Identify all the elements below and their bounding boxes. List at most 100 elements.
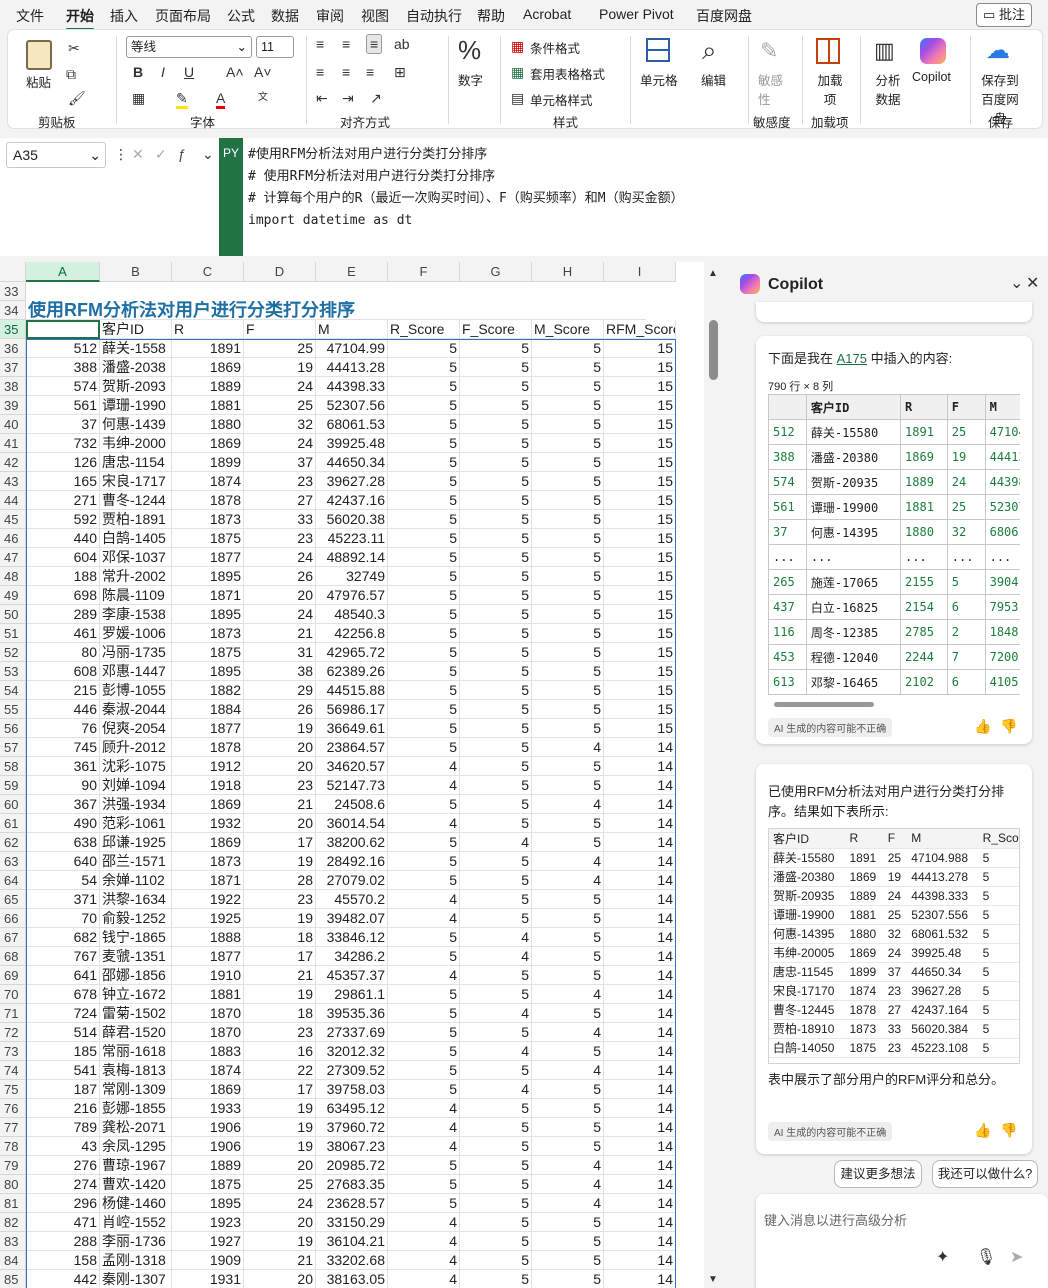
- header-cell[interactable]: M: [316, 320, 388, 339]
- sensitivity-button[interactable]: 敏感性: [758, 70, 786, 108]
- data-cell[interactable]: 14: [604, 1023, 676, 1042]
- data-cell[interactable]: 56986.17: [316, 700, 388, 719]
- data-cell[interactable]: 361: [26, 757, 100, 776]
- row-header[interactable]: 72: [0, 1023, 26, 1042]
- edit-button[interactable]: 编辑: [701, 70, 726, 89]
- analyze-data-button[interactable]: 分析数据: [874, 70, 902, 108]
- data-cell[interactable]: 5: [532, 472, 604, 491]
- data-cell[interactable]: 贾柏-1891: [100, 510, 172, 529]
- data-cell[interactable]: 5: [532, 966, 604, 985]
- merge-icon[interactable]: ⊞: [394, 64, 406, 80]
- data-cell[interactable]: 5: [532, 491, 604, 510]
- row-header[interactable]: 60: [0, 795, 26, 814]
- data-cell[interactable]: 14: [604, 1099, 676, 1118]
- data-cell[interactable]: 724: [26, 1004, 100, 1023]
- data-cell[interactable]: 1931: [172, 1270, 244, 1288]
- row-header[interactable]: 36: [0, 339, 26, 358]
- data-cell[interactable]: 秦淑-2044: [100, 700, 172, 719]
- data-cell[interactable]: 顾升-2012: [100, 738, 172, 757]
- phonetic-icon[interactable]: 文: [258, 90, 268, 106]
- data-cell[interactable]: 541: [26, 1061, 100, 1080]
- row-header[interactable]: 50: [0, 605, 26, 624]
- data-cell[interactable]: 5: [460, 643, 532, 662]
- paste-icon[interactable]: [26, 40, 52, 70]
- data-cell[interactable]: 4: [460, 1080, 532, 1099]
- thumbs-up-icon[interactable]: 👍: [974, 1122, 991, 1138]
- data-cell[interactable]: 512: [26, 339, 100, 358]
- data-cell[interactable]: 5: [532, 1118, 604, 1137]
- data-cell[interactable]: 5: [532, 415, 604, 434]
- data-cell[interactable]: 32749: [316, 567, 388, 586]
- data-cell[interactable]: 19: [244, 1099, 316, 1118]
- data-cell[interactable]: 14: [604, 833, 676, 852]
- data-cell[interactable]: 钟立-1672: [100, 985, 172, 1004]
- data-cell[interactable]: 604: [26, 548, 100, 567]
- data-cell[interactable]: 446: [26, 700, 100, 719]
- format-painter-icon[interactable]: 🖌: [68, 90, 86, 106]
- data-cell[interactable]: 45570.2: [316, 890, 388, 909]
- data-cell[interactable]: 5: [460, 1099, 532, 1118]
- data-cell[interactable]: 5: [460, 1251, 532, 1270]
- data-cell[interactable]: 20: [244, 1270, 316, 1288]
- data-cell[interactable]: 沈彩-1075: [100, 757, 172, 776]
- data-cell[interactable]: 15: [604, 377, 676, 396]
- data-cell[interactable]: 745: [26, 738, 100, 757]
- data-cell[interactable]: 钱宁-1865: [100, 928, 172, 947]
- data-cell[interactable]: 1906: [172, 1137, 244, 1156]
- data-cell[interactable]: 39758.03: [316, 1080, 388, 1099]
- conditional-format-icon[interactable]: ▦: [511, 38, 524, 54]
- data-cell[interactable]: 5: [532, 1042, 604, 1061]
- data-cell[interactable]: 14: [604, 795, 676, 814]
- data-cell[interactable]: 32: [244, 415, 316, 434]
- data-cell[interactable]: 常刚-1309: [100, 1080, 172, 1099]
- data-cell[interactable]: 1874: [172, 472, 244, 491]
- data-cell[interactable]: 5: [388, 700, 460, 719]
- column-header-g[interactable]: G: [460, 262, 532, 282]
- data-cell[interactable]: 5: [532, 377, 604, 396]
- data-cell[interactable]: 余凤-1295: [100, 1137, 172, 1156]
- data-cell[interactable]: 5: [388, 377, 460, 396]
- align-center-icon[interactable]: ≡: [342, 64, 350, 80]
- data-cell[interactable]: 1895: [172, 1194, 244, 1213]
- data-cell[interactable]: 43: [26, 1137, 100, 1156]
- data-cell[interactable]: 洪黎-1634: [100, 890, 172, 909]
- data-cell[interactable]: 44398.33: [316, 377, 388, 396]
- data-cell[interactable]: 5: [532, 833, 604, 852]
- data-cell[interactable]: 52147.73: [316, 776, 388, 795]
- row-header[interactable]: 46: [0, 529, 26, 548]
- data-cell[interactable]: 15: [604, 453, 676, 472]
- data-cell[interactable]: 5: [388, 871, 460, 890]
- fill-color-icon[interactable]: ✎: [176, 90, 188, 109]
- microphone-icon[interactable]: 🎙: [976, 1250, 996, 1266]
- data-cell[interactable]: 27309.52: [316, 1061, 388, 1080]
- underline-icon[interactable]: U: [184, 64, 194, 80]
- data-cell[interactable]: 15: [604, 472, 676, 491]
- insert-function-icon[interactable]: ƒ: [178, 146, 186, 162]
- data-cell[interactable]: 47104.99: [316, 339, 388, 358]
- data-cell[interactable]: 14: [604, 909, 676, 928]
- cut-icon[interactable]: ✂: [68, 40, 80, 56]
- data-cell[interactable]: 贺斯-2093: [100, 377, 172, 396]
- result-table-viewport[interactable]: 客户IDRFMR_Score薛关-1558018912547104.9885潘盛…: [768, 828, 1020, 1064]
- data-cell[interactable]: 唐忠-1154: [100, 453, 172, 472]
- data-cell[interactable]: 5: [460, 396, 532, 415]
- data-cell[interactable]: 5: [388, 548, 460, 567]
- data-cell[interactable]: 余婵-1102: [100, 871, 172, 890]
- data-cell[interactable]: 1925: [172, 909, 244, 928]
- data-cell[interactable]: 5: [532, 1099, 604, 1118]
- align-right-icon[interactable]: ≡: [366, 64, 374, 80]
- data-cell[interactable]: 1922: [172, 890, 244, 909]
- data-cell[interactable]: 1912: [172, 757, 244, 776]
- data-cell[interactable]: 5: [532, 814, 604, 833]
- row-header[interactable]: 74: [0, 1061, 26, 1080]
- row-header[interactable]: 79: [0, 1156, 26, 1175]
- data-cell[interactable]: 5: [388, 567, 460, 586]
- row-header[interactable]: 48: [0, 567, 26, 586]
- column-header-e[interactable]: E: [316, 262, 388, 282]
- data-cell[interactable]: 1873: [172, 852, 244, 871]
- data-cell[interactable]: 561: [26, 396, 100, 415]
- data-cell[interactable]: 15: [604, 548, 676, 567]
- data-cell[interactable]: 38200.62: [316, 833, 388, 852]
- row-header[interactable]: 63: [0, 852, 26, 871]
- chat-input-box[interactable]: 键入消息以进行高级分析 ✦ 🎙 ➤: [756, 1194, 1048, 1288]
